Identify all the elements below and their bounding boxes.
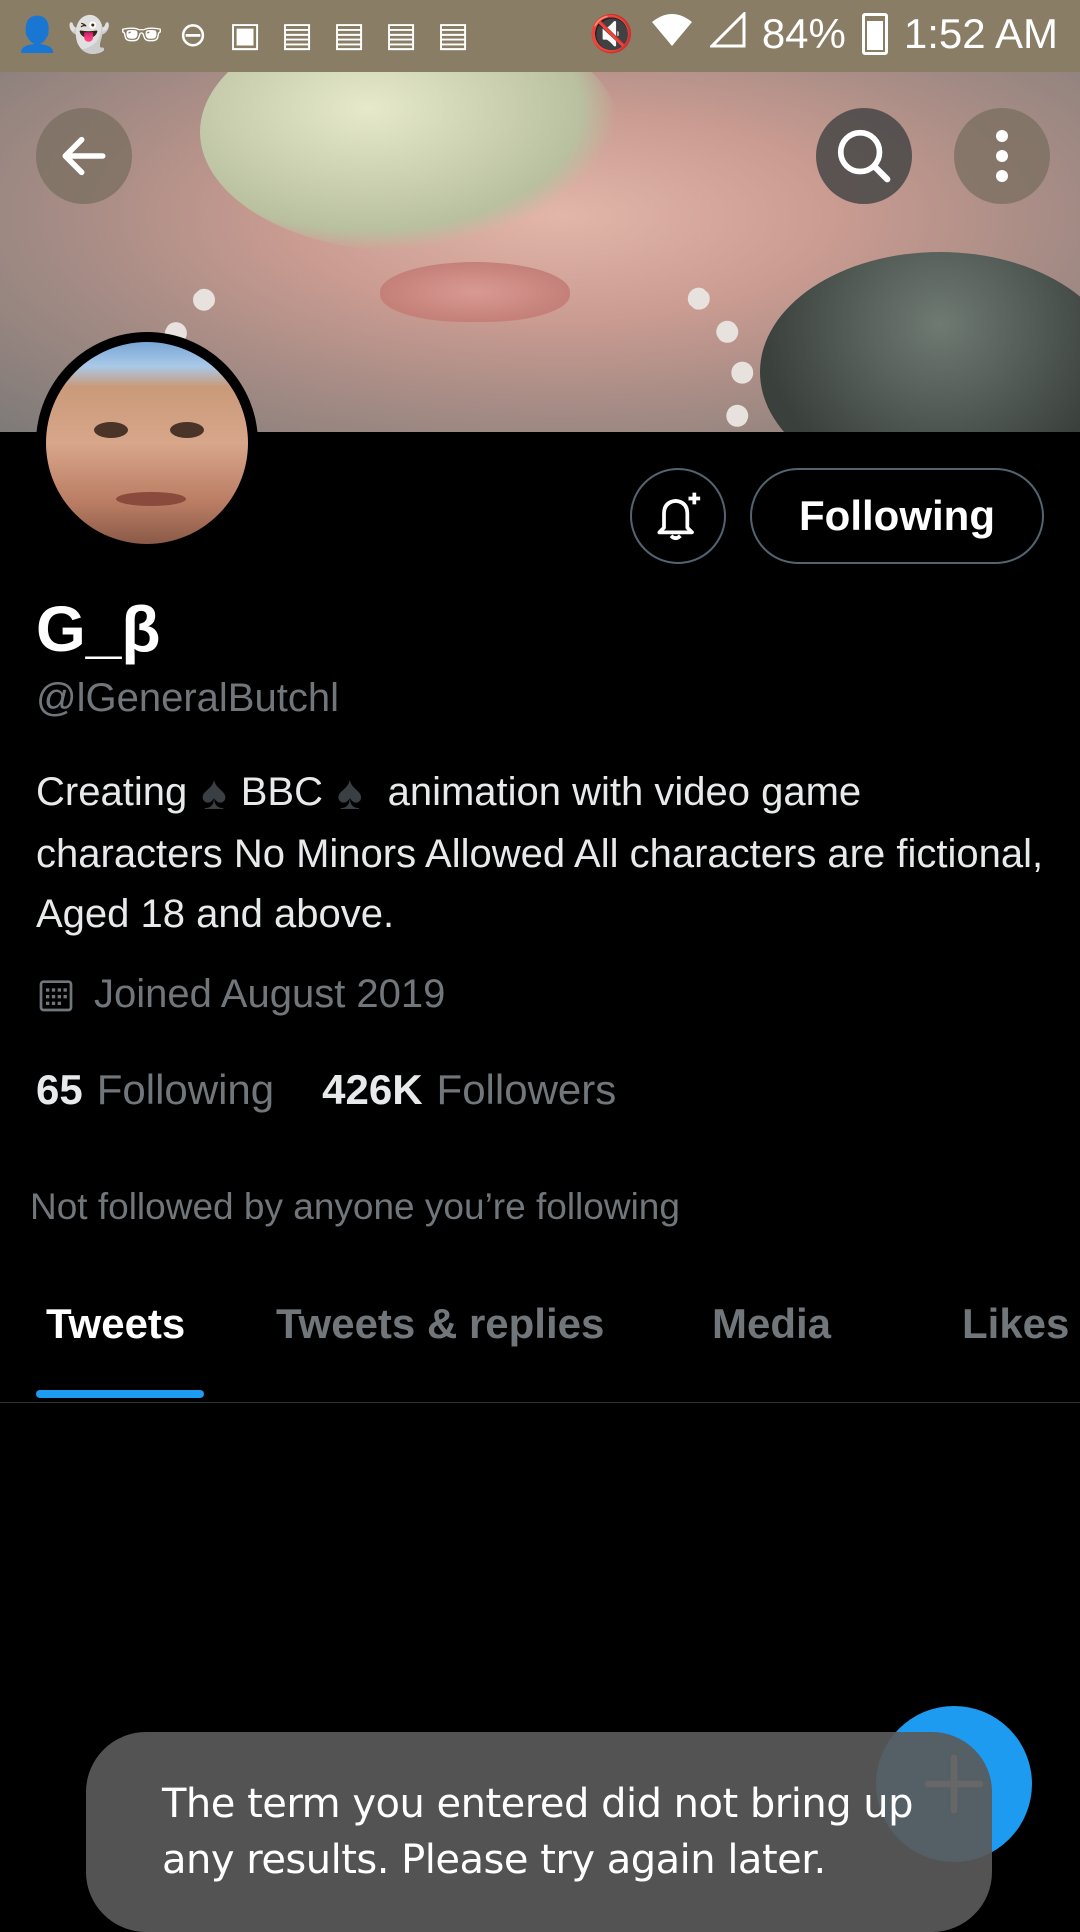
- spade-icon: ♠: [336, 767, 363, 820]
- notifications-bell-button[interactable]: [630, 468, 726, 564]
- tab-tweets[interactable]: Tweets: [46, 1300, 185, 1348]
- followers-label: Followers: [436, 1066, 617, 1113]
- mute-icon: 🔇: [589, 13, 634, 54]
- calendar-icon: ▤: [280, 16, 314, 54]
- follow-stats: 65 Following 426K Followers: [36, 1066, 616, 1114]
- followers-stat[interactable]: 426K Followers: [322, 1066, 616, 1114]
- do-not-disturb-icon: ⊖: [178, 16, 208, 54]
- calendar-icon: ▤: [384, 16, 418, 54]
- tab-media[interactable]: Media: [712, 1300, 831, 1348]
- screenshot-icon: ▣: [228, 16, 262, 54]
- arrow-left-icon: [62, 136, 106, 176]
- followers-count: 426K: [322, 1066, 423, 1113]
- bio-text: Creating: [36, 770, 188, 814]
- active-tab-indicator: [36, 1390, 204, 1398]
- notification-icons: 👤 👻 🕶 ⊖ ▣ ▤ ▤ ▤ ▤: [16, 14, 474, 56]
- joined-date: Joined August 2019: [36, 972, 445, 1017]
- profile-bio: Creating ♠ BBC ♠ animation with video game …: [36, 762, 1046, 944]
- tab-likes[interactable]: Likes: [962, 1300, 1069, 1348]
- followers-you-know-text: Not followed by anyone you’re following: [30, 1186, 680, 1227]
- wifi-icon: [650, 12, 694, 57]
- add-person-icon: 👤: [16, 16, 59, 54]
- tab-tweets-and-replies[interactable]: Tweets & replies: [276, 1300, 604, 1348]
- following-stat[interactable]: 65 Following: [36, 1066, 274, 1114]
- search-icon: [837, 129, 891, 183]
- spade-icon: ♠: [201, 767, 227, 820]
- username-handle: @lGeneralButchl: [36, 676, 339, 720]
- toast-message: The term you entered did not bring up an…: [86, 1732, 992, 1932]
- more-options-button[interactable]: [954, 108, 1050, 204]
- status-bar: 👤 👻 🕶 ⊖ ▣ ▤ ▤ ▤ ▤ 🔇 84% 1:52 AM: [0, 0, 1080, 72]
- calendar-icon: ▤: [436, 16, 470, 54]
- calendar-icon: [39, 979, 73, 1011]
- profile-tabs: Tweets Tweets & replies Media Likes: [0, 1270, 1080, 1403]
- incognito-icon: 🕶: [120, 16, 164, 54]
- bell-plus-icon: [657, 492, 701, 541]
- bio-text: BBC: [240, 770, 323, 814]
- avatar[interactable]: [36, 332, 258, 554]
- joined-text: Joined August 2019: [94, 972, 446, 1016]
- clock: 1:52 AM: [903, 10, 1058, 57]
- more-vertical-icon: [996, 130, 1008, 182]
- following-button[interactable]: Following: [750, 468, 1044, 564]
- following-label: Following: [96, 1066, 275, 1113]
- following-count: 65: [36, 1066, 83, 1113]
- battery-icon: [861, 13, 888, 55]
- snapchat-icon: 👻: [68, 16, 111, 54]
- system-status: 🔇 84% 1:52 AM: [589, 9, 1058, 58]
- calendar-icon: ▤: [332, 16, 366, 54]
- toast-line: The term you entered did not bring up: [162, 1781, 914, 1827]
- battery-percent: 84%: [761, 10, 846, 57]
- display-name: G_β: [36, 593, 161, 665]
- avatar-image: [46, 342, 248, 544]
- search-button[interactable]: [816, 108, 912, 204]
- toast-line: any results. Please try again later.: [162, 1837, 826, 1883]
- back-button[interactable]: [36, 108, 132, 204]
- cell-signal-icon: [708, 9, 746, 57]
